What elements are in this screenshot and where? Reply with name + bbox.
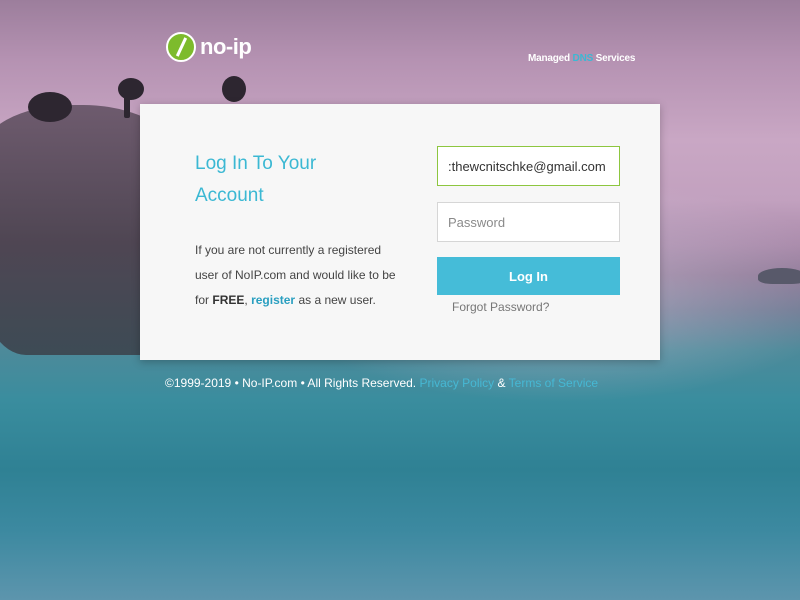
tagline: Managed DNS Services bbox=[528, 53, 635, 64]
background-tree bbox=[222, 76, 246, 102]
noip-logo-icon bbox=[166, 32, 196, 62]
login-card: Log In To Your Account If you are not cu… bbox=[140, 104, 660, 360]
tagline-suffix: Services bbox=[595, 53, 636, 64]
free-text: FREE bbox=[212, 293, 245, 307]
background-shrub bbox=[28, 92, 72, 122]
footer-ampersand: & bbox=[497, 376, 506, 390]
register-link[interactable]: register bbox=[251, 293, 295, 307]
email-field[interactable] bbox=[437, 146, 620, 186]
logo-text: no-ip bbox=[200, 34, 252, 59]
noip-logo[interactable]: no-ip bbox=[166, 30, 252, 64]
background-tree bbox=[118, 78, 144, 100]
tagline-prefix: Managed bbox=[528, 53, 570, 64]
description-text-end: as a new user. bbox=[298, 293, 376, 307]
password-field[interactable] bbox=[437, 202, 620, 242]
login-button[interactable]: Log In bbox=[437, 257, 620, 295]
privacy-policy-link[interactable]: Privacy Policy bbox=[420, 376, 495, 390]
tagline-highlight: DNS bbox=[572, 53, 594, 64]
background-stone bbox=[758, 268, 800, 284]
forgot-password-link[interactable]: Forgot Password? bbox=[452, 300, 549, 314]
terms-of-service-link[interactable]: Terms of Service bbox=[509, 376, 598, 390]
footer: ©1999-2019 • No-IP.com • All Rights Rese… bbox=[165, 376, 598, 390]
copyright-text: ©1999-2019 • No-IP.com • All Rights Rese… bbox=[165, 376, 417, 390]
register-description: If you are not currently a registered us… bbox=[195, 238, 405, 313]
description-comma: , bbox=[244, 293, 248, 307]
login-title: Log In To Your Account bbox=[195, 153, 317, 206]
background-tree-trunk bbox=[124, 92, 130, 118]
